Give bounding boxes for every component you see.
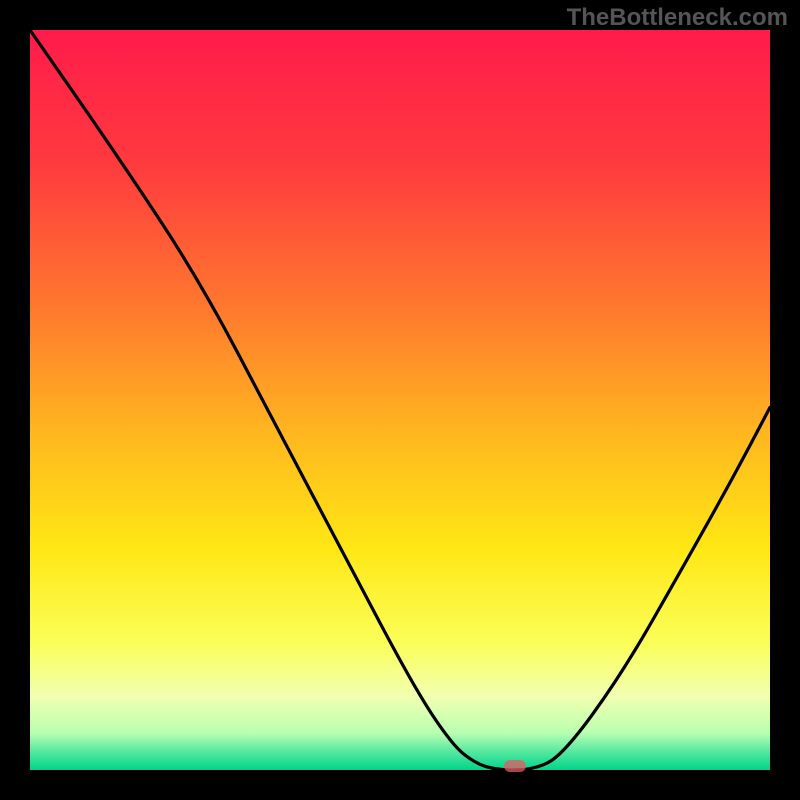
chart-stage: TheBottleneck.com bbox=[0, 0, 800, 800]
curve-layer bbox=[30, 30, 770, 770]
watermark-text: TheBottleneck.com bbox=[567, 4, 788, 32]
bottleneck-curve bbox=[30, 30, 770, 770]
optimal-point-marker bbox=[504, 760, 526, 772]
plot-area bbox=[30, 30, 770, 770]
